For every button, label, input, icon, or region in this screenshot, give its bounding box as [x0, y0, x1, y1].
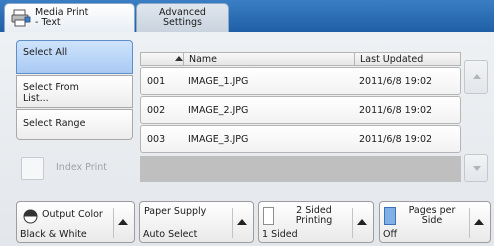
scroll-down-icon — [473, 166, 481, 171]
select-range-button[interactable]: Select Range — [16, 109, 133, 140]
paper-supply-title: Paper Supply — [144, 206, 207, 217]
chevron-up-icon — [357, 219, 367, 225]
table-row[interactable]: 001 IMAGE_1.JPG 2011/6/8 19:02 — [140, 67, 461, 95]
button-divider — [352, 208, 353, 238]
media-print-icon — [11, 9, 31, 27]
name-column-header[interactable]: Name — [189, 54, 217, 65]
paper-supply-button[interactable]: Paper Supply Auto Select — [139, 201, 254, 243]
table-empty-area — [140, 156, 461, 182]
row-last-updated: 2011/6/8 19:02 — [359, 76, 433, 87]
output-color-title: Output Color — [42, 209, 103, 220]
header-divider — [354, 53, 355, 65]
index-print-toggle[interactable]: Index Print — [16, 153, 133, 181]
two-sided-printing-button[interactable]: 2 Sided Printing 1 Sided — [258, 201, 374, 243]
row-last-updated: 2011/6/8 19:02 — [359, 105, 433, 116]
row-file-name: IMAGE_1.JPG — [188, 76, 249, 87]
scroll-up-icon — [473, 74, 481, 79]
table-row[interactable]: 003 IMAGE_3.JPG 2011/6/8 19:02 — [140, 125, 461, 153]
file-table-header: Name Last Updated — [140, 52, 461, 66]
row-last-updated: 2011/6/8 19:02 — [359, 134, 433, 145]
chevron-up-icon — [237, 219, 247, 225]
main-panel: Select All Select From List... Select Ra… — [0, 32, 494, 246]
scroll-up-button[interactable] — [464, 60, 488, 94]
button-divider — [113, 208, 114, 238]
two-sided-printing-title: 2 Sided Printing — [295, 205, 333, 226]
chevron-up-icon — [474, 219, 484, 225]
tab-advanced-settings[interactable]: Advanced Settings — [136, 3, 229, 32]
select-all-label: Select All — [23, 47, 68, 58]
scroll-down-button[interactable] — [464, 154, 488, 182]
chevron-up-icon — [118, 219, 128, 225]
pages-per-side-button[interactable]: Pages per Side Off — [379, 201, 491, 243]
select-all-button[interactable]: Select All — [16, 40, 133, 74]
header-divider — [183, 53, 184, 65]
two-sided-printing-value: 1 Sided — [262, 229, 298, 240]
row-file-name: IMAGE_2.JPG — [188, 105, 249, 116]
pages-per-side-title: Pages per Side — [408, 205, 456, 226]
output-color-icon — [23, 209, 38, 224]
tab-media-print-label: Media Print - Text — [35, 7, 89, 28]
scrollbar-track[interactable] — [464, 96, 488, 152]
last-updated-column-header[interactable]: Last Updated — [360, 54, 423, 65]
tab-media-print-text[interactable]: Media Print - Text — [4, 3, 135, 32]
pages-per-side-icon — [384, 207, 396, 225]
tab-advanced-settings-label: Advanced Settings — [159, 7, 206, 28]
pages-per-side-value: Off — [383, 229, 398, 240]
button-divider — [232, 208, 233, 238]
button-divider — [469, 208, 470, 238]
row-number: 003 — [147, 134, 166, 145]
select-from-list-button[interactable]: Select From List... — [16, 75, 133, 108]
row-number: 002 — [147, 105, 166, 116]
index-print-checkbox[interactable] — [21, 157, 44, 180]
select-from-list-label: Select From List... — [23, 82, 79, 104]
sort-ascending-icon[interactable] — [175, 56, 183, 61]
tab-bar: Media Print - Text Advanced Settings — [0, 0, 494, 32]
output-color-button[interactable]: Output Color Black & White — [16, 201, 135, 243]
table-row[interactable]: 002 IMAGE_2.JPG 2011/6/8 19:02 — [140, 96, 461, 124]
row-number: 001 — [147, 76, 166, 87]
output-color-value: Black & White — [20, 229, 87, 240]
select-range-label: Select Range — [23, 118, 86, 129]
row-file-name: IMAGE_3.JPG — [188, 134, 249, 145]
paper-supply-value: Auto Select — [143, 229, 198, 240]
page-icon — [263, 207, 274, 225]
index-print-label: Index Print — [56, 162, 108, 173]
